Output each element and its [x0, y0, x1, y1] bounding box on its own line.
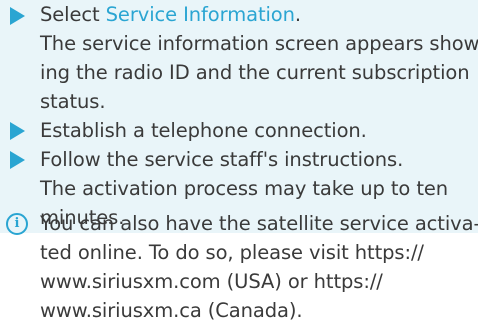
- step-3-instruction: Follow the service staff's instructions.: [40, 148, 404, 171]
- step-1-result-line: status.: [40, 90, 106, 113]
- manual-page: Select Service Information. The service …: [0, 0, 478, 332]
- menu-item-service-information: Service Information: [105, 3, 295, 26]
- step-1: Select Service Information. The service …: [0, 0, 478, 116]
- step-2: Establish a telephone connection.: [0, 116, 478, 145]
- step-2-instruction: Establish a telephone connection.: [40, 119, 367, 142]
- info-icon: i: [6, 213, 28, 235]
- step-1-prefix: Select: [40, 3, 106, 26]
- info-note-line: You can also have the satellite service …: [40, 212, 478, 235]
- info-note-line: ted online. To do so, please visit https…: [40, 241, 424, 264]
- step-1-result-line: ing the radio ID and the current subscri…: [40, 61, 470, 84]
- step-arrow-icon: [10, 151, 25, 169]
- step-arrow-icon: [10, 122, 25, 140]
- step-arrow-icon: [10, 7, 25, 25]
- info-note-line: www.siriusxm.com (USA) or https://: [40, 270, 383, 293]
- step-1-suffix: .: [294, 3, 302, 26]
- step-1-result-line: The service information screen appears s…: [40, 32, 478, 55]
- info-note-line: www.siriusxm.ca (Canada).: [40, 299, 303, 322]
- step-1-instruction: Select Service Information.: [40, 0, 301, 29]
- step-3-result-line: The activation process may take up to te…: [40, 177, 449, 200]
